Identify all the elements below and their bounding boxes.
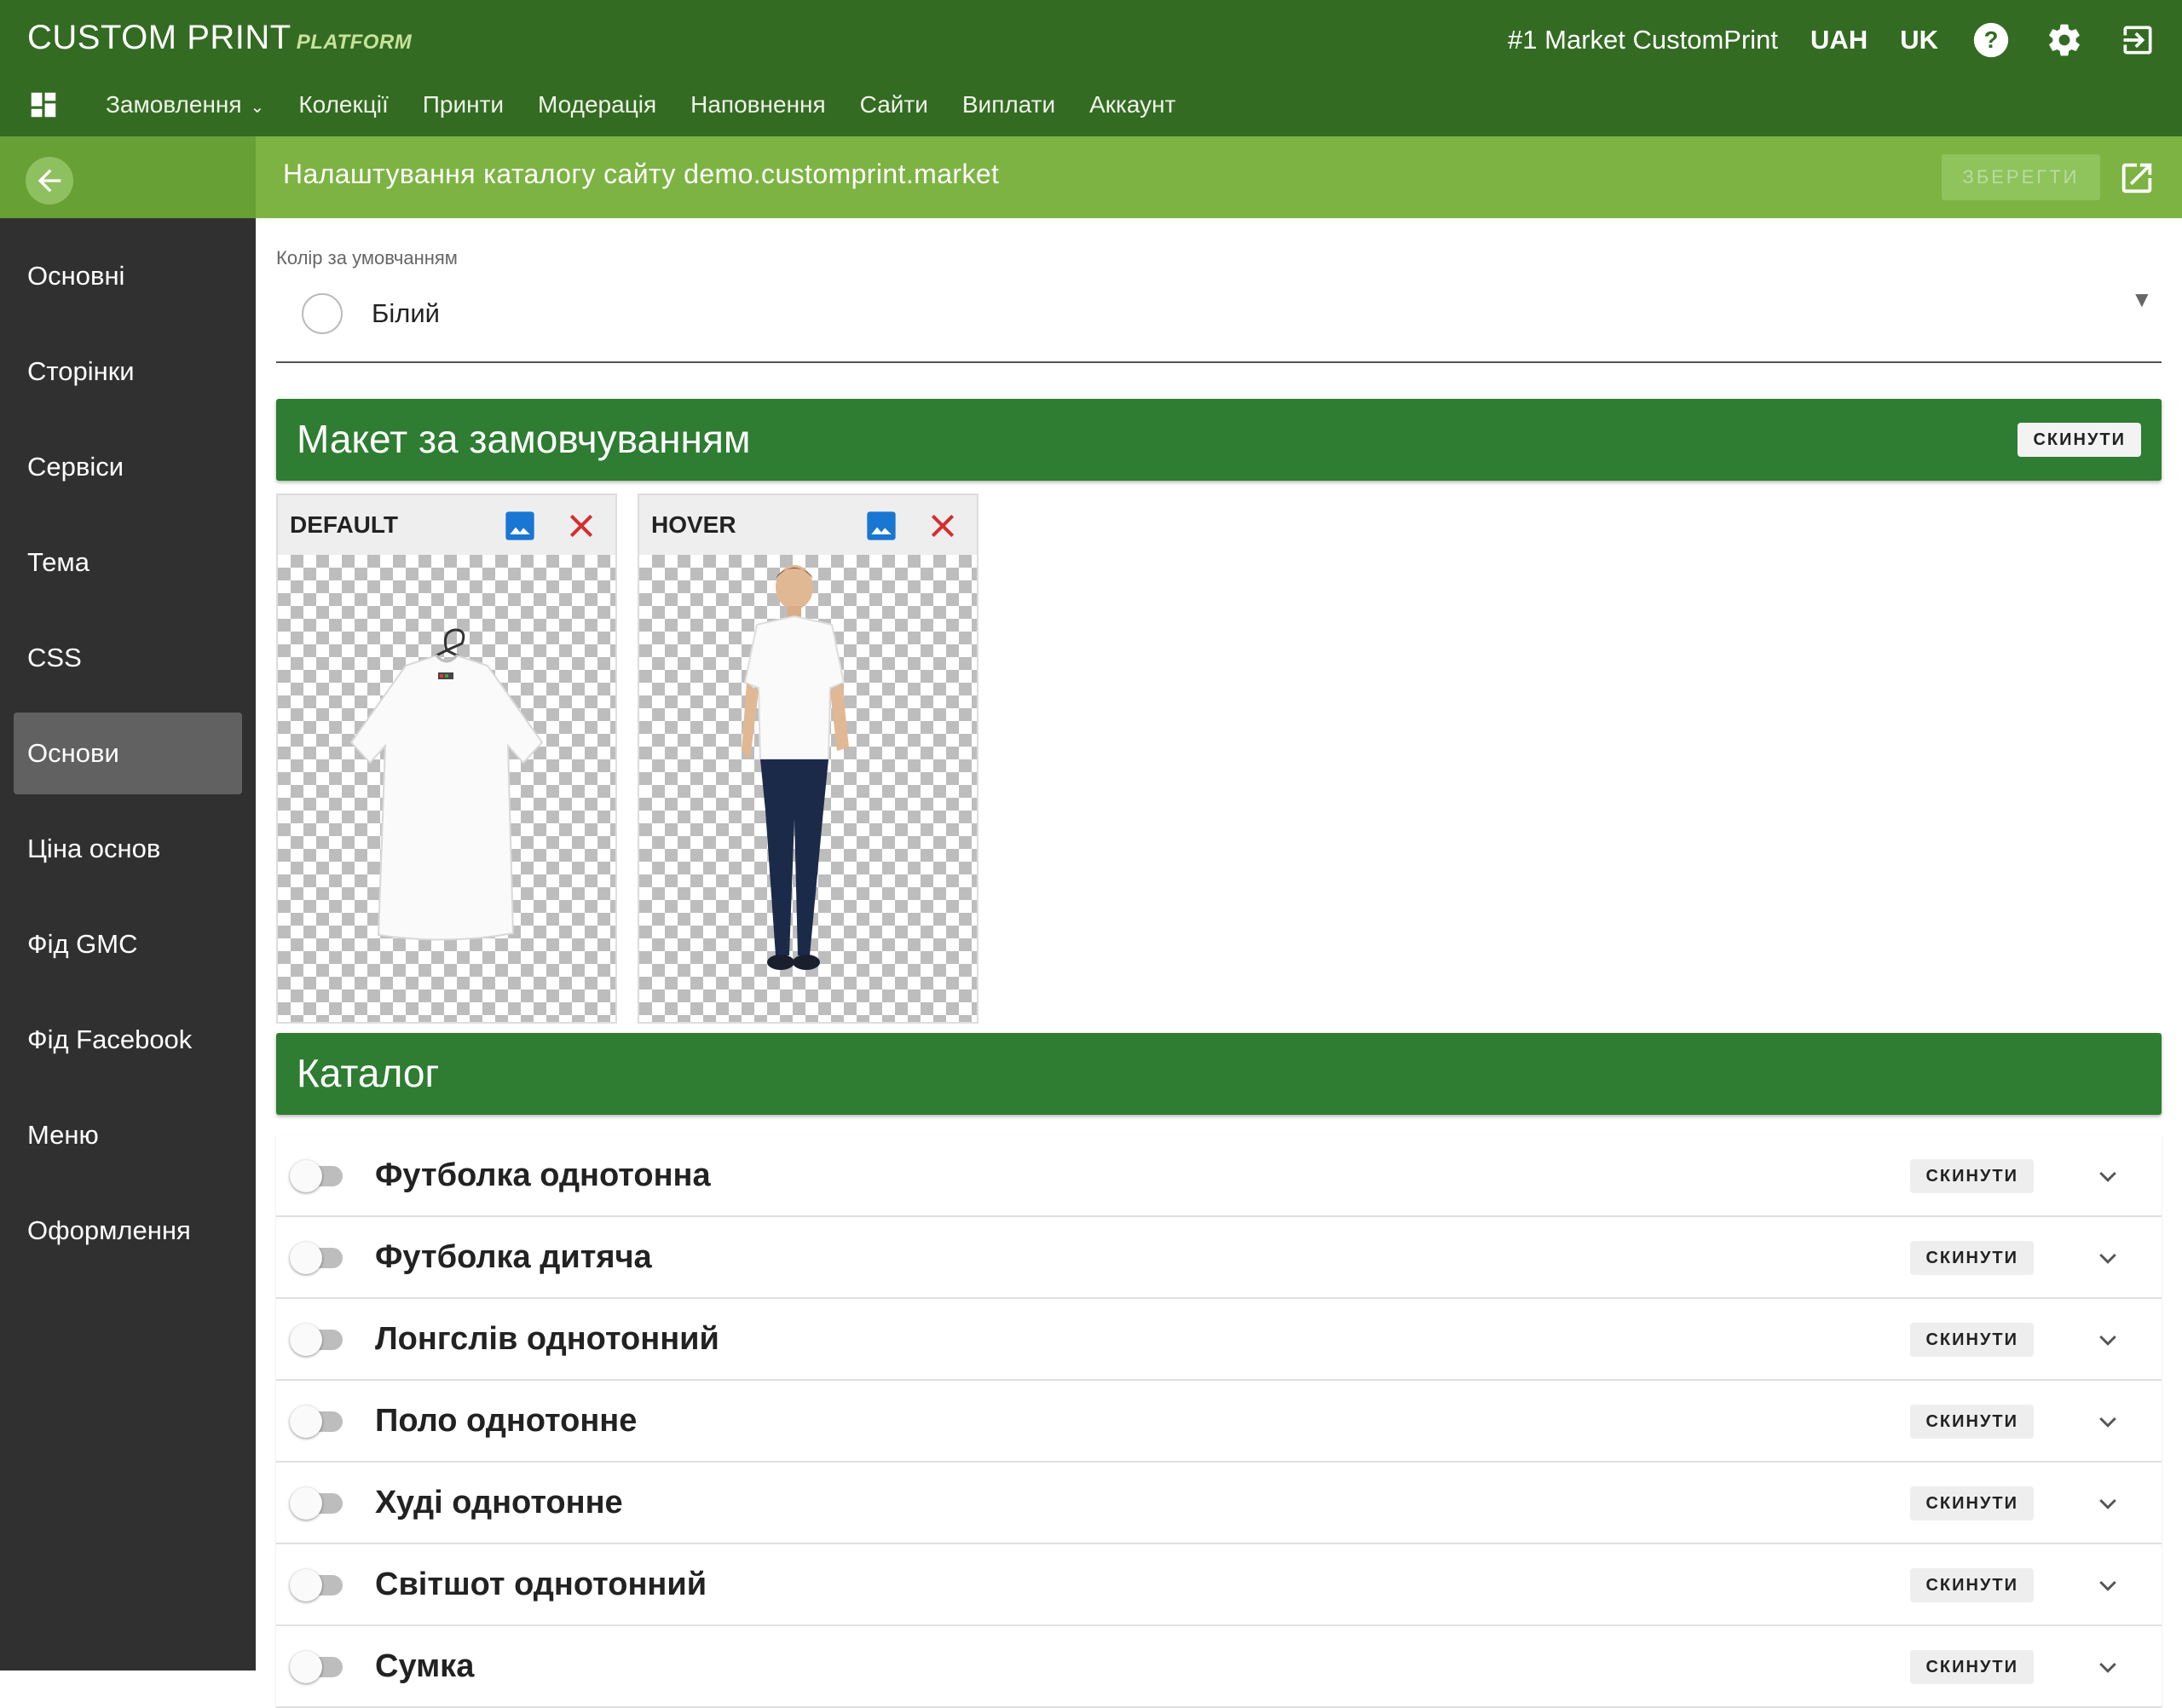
reset-button[interactable]: СКИНУТИ xyxy=(1910,1159,2034,1193)
arrow-back-icon xyxy=(38,169,61,193)
main-nav: Замовлення ⌄ Колекції Принти Модерація На… xyxy=(27,89,1175,121)
enable-toggle[interactable] xyxy=(290,1324,343,1356)
close-icon[interactable] xyxy=(926,509,960,543)
hover-image-card: HOVER xyxy=(638,493,978,1024)
catalog-item-label: Поло однотонне xyxy=(375,1403,638,1439)
list-item[interactable]: Худі однотонне СКИНУТИ xyxy=(276,1463,2162,1544)
nav-account[interactable]: Аккаунт xyxy=(1089,91,1175,118)
currency-selector[interactable]: UAH xyxy=(1810,25,1867,55)
reset-button[interactable]: СКИНУТИ xyxy=(1910,1486,2034,1520)
color-swatch[interactable] xyxy=(302,293,343,334)
reset-button[interactable]: СКИНУТИ xyxy=(1910,1323,2034,1357)
card-label: HOVER xyxy=(651,511,736,538)
reset-button[interactable]: СКИНУТИ xyxy=(1910,1241,2034,1275)
list-item[interactable]: Світшот однотонний СКИНУТИ xyxy=(276,1544,2162,1626)
sidebar-item-theme[interactable]: Тема xyxy=(14,522,242,603)
enable-toggle[interactable] xyxy=(290,1487,343,1520)
color-select-underline xyxy=(276,361,2162,363)
catalog-item-label: Худі однотонне xyxy=(375,1485,623,1520)
list-item[interactable]: Сумка СКИНУТИ xyxy=(276,1626,2162,1708)
back-button[interactable] xyxy=(26,157,73,205)
language-selector[interactable]: UK xyxy=(1900,25,1938,55)
dropdown-arrow-icon[interactable]: ▼ xyxy=(2131,286,2153,313)
sidebar-item-design[interactable]: Оформлення xyxy=(14,1190,242,1272)
catalog-title: Каталог xyxy=(297,1051,440,1095)
nav-sites[interactable]: Сайти xyxy=(860,91,928,118)
page-title: Налаштування каталогу сайту demo.customp… xyxy=(283,159,1000,189)
chevron-down-icon[interactable] xyxy=(2095,1246,2121,1272)
card-header: DEFAULT xyxy=(278,495,615,555)
card-label: DEFAULT xyxy=(290,511,399,538)
nav-payouts[interactable]: Виплати xyxy=(962,91,1055,118)
catalog-item-label: Футболка дитяча xyxy=(375,1239,652,1275)
chevron-down-icon[interactable] xyxy=(2095,1655,2121,1681)
chevron-down-icon[interactable] xyxy=(2095,1573,2121,1599)
default-color-label: Колір за умовчанням xyxy=(276,247,458,268)
settings-icon[interactable] xyxy=(2044,20,2085,61)
sidebar-item-gmc-feed[interactable]: Фід GMC xyxy=(14,903,242,985)
default-image-card: DEFAULT xyxy=(276,493,617,1024)
enable-toggle[interactable] xyxy=(290,1405,343,1438)
svg-text:?: ? xyxy=(1984,26,1999,53)
list-item[interactable]: Поло однотонне СКИНУТИ xyxy=(276,1381,2162,1463)
default-image-preview[interactable] xyxy=(278,555,615,1022)
list-item[interactable]: Лонгслів однотонний СКИНУТИ xyxy=(276,1299,2162,1381)
dashboard-icon[interactable] xyxy=(27,89,60,121)
catalog-item-label: Сумка xyxy=(375,1648,475,1684)
nav-content[interactable]: Наповнення xyxy=(690,91,826,118)
catalog-item-label: Світшот однотонний xyxy=(375,1567,707,1602)
nav-orders-label: Замовлення xyxy=(106,91,242,118)
chevron-down-icon[interactable] xyxy=(2095,1328,2121,1353)
reset-button[interactable]: СКИНУТИ xyxy=(1910,1405,2034,1439)
sidebar-item-base-prices[interactable]: Ціна основ xyxy=(14,808,242,890)
help-icon[interactable]: ? xyxy=(1971,20,2012,61)
save-button[interactable]: ЗБЕРЕГТИ xyxy=(1942,154,2100,200)
brand-logo[interactable]: CUSTOM PRINT PLATFORM xyxy=(27,19,412,57)
sidebar-item-services[interactable]: Сервіси xyxy=(14,426,242,508)
catalog-item-label: Футболка однотонна xyxy=(375,1157,711,1193)
default-color-value[interactable]: Білий xyxy=(372,298,440,329)
nav-moderation[interactable]: Модерація xyxy=(538,91,656,118)
image-icon[interactable] xyxy=(503,509,537,543)
reset-button[interactable]: СКИНУТИ xyxy=(1910,1568,2034,1602)
close-icon[interactable] xyxy=(564,509,598,543)
sidebar: Основні Сторінки Сервіси Тема CSS Основи… xyxy=(0,218,256,1670)
list-item[interactable]: Футболка однотонна СКИНУТИ xyxy=(276,1135,2162,1217)
layout-reset-button[interactable]: СКИНУТИ xyxy=(2017,423,2141,457)
sidebar-item-css[interactable]: CSS xyxy=(14,617,242,699)
list-item[interactable]: Футболка дитяча СКИНУТИ xyxy=(276,1217,2162,1299)
open-external-icon[interactable] xyxy=(2117,159,2156,198)
nav-collections[interactable]: Колекції xyxy=(298,91,388,118)
nav-orders[interactable]: Замовлення ⌄ xyxy=(106,91,264,118)
market-name[interactable]: #1 Market CustomPrint xyxy=(1508,25,1778,55)
sidebar-item-facebook-feed[interactable]: Фід Facebook xyxy=(14,999,242,1081)
hover-image-preview[interactable] xyxy=(639,555,977,1022)
catalog-item-label: Лонгслів однотонний xyxy=(375,1321,719,1357)
chevron-down-icon[interactable] xyxy=(2095,1410,2121,1435)
sidebar-item-pages[interactable]: Сторінки xyxy=(14,331,242,413)
brand-sub: PLATFORM xyxy=(296,31,413,54)
chevron-down-icon[interactable] xyxy=(2095,1164,2121,1190)
enable-toggle[interactable] xyxy=(290,1651,343,1683)
main-content: Колір за умовчанням Білий ▼ Макет за зам… xyxy=(256,218,2182,1708)
sidebar-item-bases[interactable]: Основи xyxy=(14,713,242,794)
header-actions: #1 Market CustomPrint UAH UK ? xyxy=(1508,19,2158,61)
enable-toggle[interactable] xyxy=(290,1160,343,1192)
top-bar: CUSTOM PRINT PLATFORM #1 Market CustomPri… xyxy=(0,0,2182,136)
image-icon[interactable] xyxy=(864,509,898,543)
sidebar-item-general[interactable]: Основні xyxy=(14,235,242,317)
enable-toggle[interactable] xyxy=(290,1242,343,1274)
sidebar-item-menu[interactable]: Меню xyxy=(14,1094,242,1176)
brand-main: CUSTOM PRINT xyxy=(27,19,292,56)
default-layout-title: Макет за замовчуванням xyxy=(297,417,751,461)
logout-icon[interactable] xyxy=(2117,20,2158,61)
chevron-down-icon[interactable] xyxy=(2095,1492,2121,1517)
reset-button[interactable]: СКИНУТИ xyxy=(1910,1650,2034,1684)
enable-toggle[interactable] xyxy=(290,1569,343,1601)
nav-prints[interactable]: Принти xyxy=(423,91,504,118)
default-layout-panel: Макет за замовчуванням СКИНУТИ xyxy=(276,399,2162,481)
chevron-down-icon: ⌄ xyxy=(250,98,265,117)
catalog-panel: Каталог xyxy=(276,1033,2162,1115)
card-header: HOVER xyxy=(639,495,977,555)
